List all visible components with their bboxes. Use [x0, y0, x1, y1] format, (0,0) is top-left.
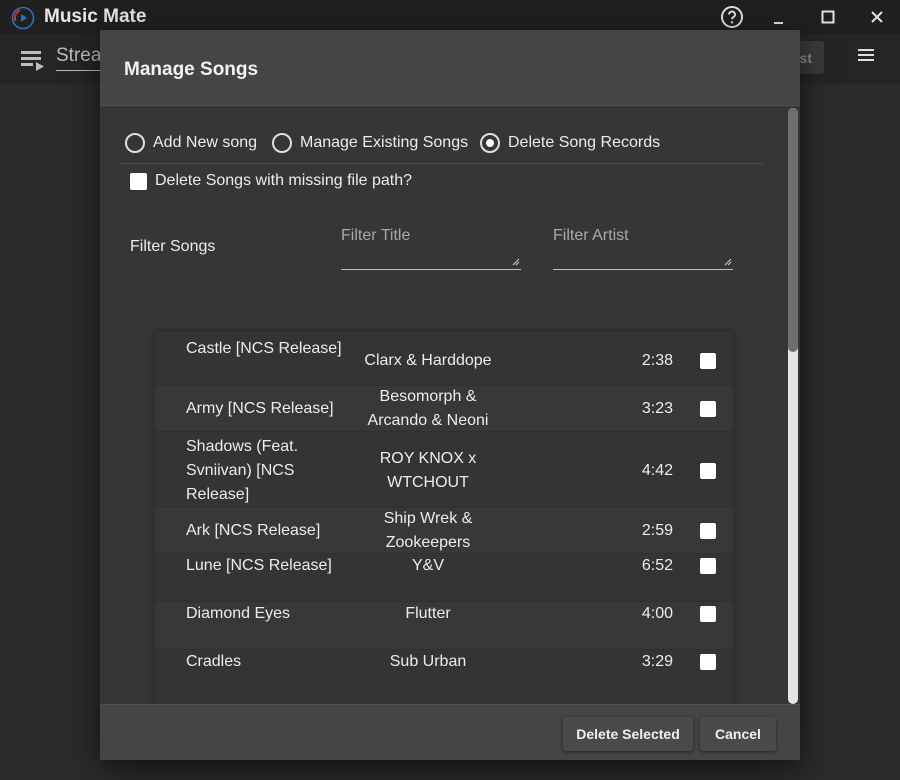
song-duration: 6:52	[641, 557, 673, 574]
close-icon	[871, 11, 883, 23]
song-select-checkbox[interactable]	[700, 558, 716, 574]
radio-label: Manage Existing Songs	[300, 134, 469, 151]
radio-circle[interactable]	[125, 133, 145, 153]
song-title: Castle [NCS Release]	[186, 340, 342, 357]
help-button[interactable]	[720, 5, 744, 29]
resize-grip-icon[interactable]	[724, 258, 732, 266]
dialog-scrollbar-thumb[interactable]	[788, 108, 798, 352]
maximize-icon	[821, 10, 835, 24]
missing-path-label: Delete Songs with missing file path?	[155, 172, 413, 189]
song-artist: Flutter	[405, 605, 451, 622]
cancel-button[interactable]: Cancel	[700, 717, 776, 751]
radio-circle-selected[interactable]	[480, 133, 500, 153]
song-title: Cradles	[186, 653, 242, 670]
song-row[interactable]: Ark [NCS Release] Ship Wrek & Zookeepers…	[155, 508, 733, 554]
song-row[interactable]: Shadows (Feat. Svniivan) [NCS Release] R…	[155, 432, 733, 508]
radio-circle[interactable]	[272, 133, 292, 153]
filter-title-input[interactable]: Filter Title	[341, 224, 521, 270]
song-artist: Sub Urban	[389, 653, 467, 670]
song-duration: 3:29	[641, 653, 673, 670]
radio-label: Delete Song Records	[508, 134, 661, 151]
song-row[interactable]: Army [NCS Release] Besomorph & Arcando &…	[155, 386, 733, 432]
radio-label: Add New song	[153, 134, 258, 151]
filter-songs-label: Filter Songs	[130, 238, 216, 255]
help-icon	[721, 6, 743, 28]
song-row[interactable]: Diamond Eyes Flutter 4:00	[155, 602, 733, 650]
manage-songs-dialog: Manage Songs Add New song Manage Existin…	[100, 30, 800, 760]
filter-title-placeholder: Filter Title	[341, 227, 411, 244]
song-select-checkbox[interactable]	[700, 606, 716, 622]
filter-artist-input[interactable]: Filter Artist	[553, 224, 733, 270]
missing-path-option[interactable]: Delete Songs with missing file path?	[130, 171, 412, 191]
song-duration: 2:59	[641, 522, 673, 539]
song-duration: 2:38	[641, 352, 673, 369]
song-duration: 4:00	[641, 605, 673, 622]
divider	[120, 163, 763, 164]
stream-tab-label[interactable]: Strea	[56, 45, 102, 71]
dialog-title: Manage Songs	[124, 59, 259, 80]
song-title: Ark [NCS Release]	[186, 522, 321, 539]
song-artist: ROY KNOX x WTCHOUT	[379, 450, 477, 491]
song-duration: 3:23	[641, 400, 673, 417]
song-artist: Besomorph & Arcando & Neoni	[367, 388, 489, 429]
radio-delete-song-records[interactable]: Delete Song Records	[480, 132, 660, 154]
radio-add-new-song[interactable]: Add New song	[125, 132, 257, 154]
maximize-button[interactable]	[816, 5, 840, 29]
hamburger-menu-icon[interactable]	[856, 46, 876, 66]
dialog-header: Manage Songs	[100, 30, 800, 106]
dialog-footer: Delete Selected Cancel	[100, 704, 800, 760]
song-row[interactable]: Cradles Sub Urban 3:29	[155, 650, 733, 698]
song-table: Castle [NCS Release] Clarx & Harddope 2:…	[155, 332, 733, 704]
minimize-icon	[774, 22, 783, 24]
song-artist: Y&V	[411, 557, 444, 574]
song-title: Diamond Eyes	[186, 605, 291, 622]
song-select-checkbox[interactable]	[700, 401, 716, 417]
song-select-checkbox[interactable]	[700, 523, 716, 539]
missing-path-checkbox[interactable]	[130, 172, 147, 190]
song-row[interactable]: Castle [NCS Release] Clarx & Harddope 2:…	[155, 332, 733, 386]
song-title: Lune [NCS Release]	[186, 557, 332, 574]
song-title: Army [NCS Release]	[186, 400, 334, 417]
delete-selected-button[interactable]: Delete Selected	[563, 717, 693, 751]
filter-artist-placeholder: Filter Artist	[553, 227, 629, 244]
song-select-checkbox[interactable]	[700, 353, 716, 369]
song-artist: Ship Wrek & Zookeepers	[383, 510, 473, 551]
close-button[interactable]	[865, 5, 889, 29]
radio-manage-existing-songs[interactable]: Manage Existing Songs	[272, 132, 468, 154]
song-row[interactable]: Lune [NCS Release] Y&V 6:52	[155, 554, 733, 602]
music-disc-logo-icon	[11, 6, 35, 30]
queue-music-icon[interactable]	[20, 48, 48, 72]
song-select-checkbox[interactable]	[700, 654, 716, 670]
minimize-button[interactable]	[766, 5, 790, 29]
title-bar: Music Mate	[0, 0, 900, 34]
resize-grip-icon[interactable]	[512, 258, 520, 266]
song-artist: Clarx & Harddope	[364, 352, 492, 369]
app-title: Music Mate	[44, 6, 147, 27]
song-title: Shadows (Feat. Svniivan) [NCS Release]	[186, 438, 299, 503]
song-select-checkbox[interactable]	[700, 463, 716, 479]
song-duration: 4:42	[641, 462, 673, 479]
